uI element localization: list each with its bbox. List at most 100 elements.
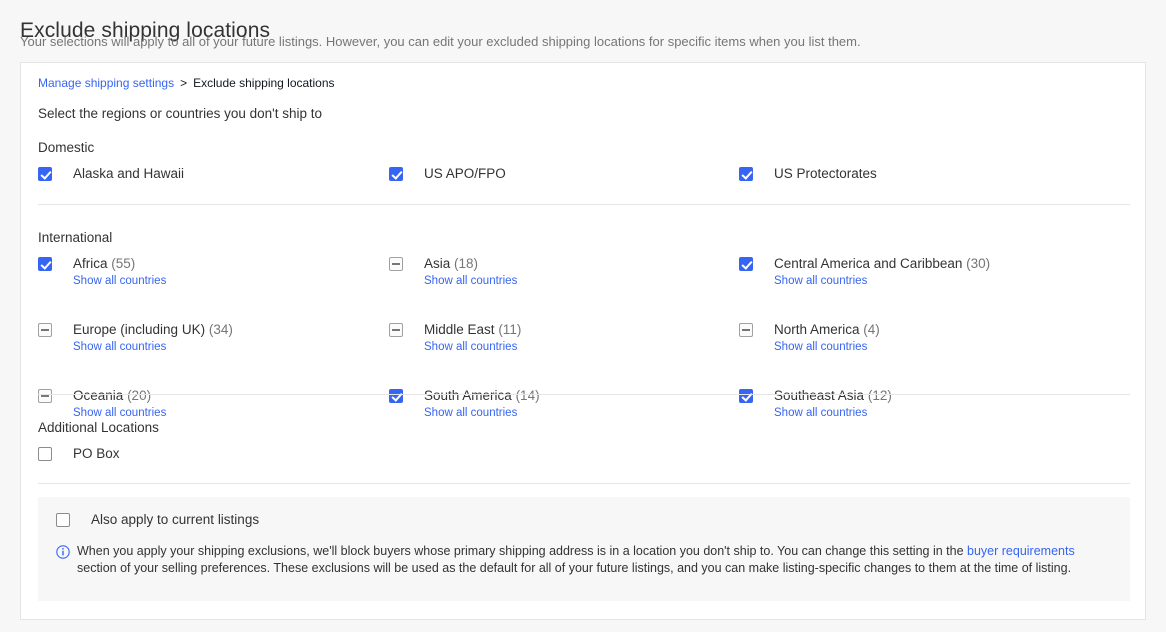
checkbox-cell: Africa (55) Show all countries [38, 255, 389, 299]
checkbox-row-central-america-and-caribbean[interactable]: Central America and Caribbean (30) [739, 255, 1130, 273]
checkbox-cell: PO Box [38, 445, 389, 467]
checkbox-north-america[interactable] [739, 323, 753, 337]
region-name: North America [774, 322, 860, 337]
show-all-countries-link-central-america-and-caribbean[interactable]: Show all countries [774, 274, 1130, 289]
checkbox-oceania[interactable] [38, 389, 52, 403]
checkbox-row-us-apo-fpo[interactable]: US APO/FPO [389, 165, 739, 183]
region-name: Central America and Caribbean [774, 256, 962, 271]
breadcrumb-current: Exclude shipping locations [193, 76, 334, 90]
show-all-countries-link-europe-including-uk[interactable]: Show all countries [73, 340, 389, 355]
checkbox-row-also-apply-to-current-listings[interactable]: Also apply to current listings [56, 511, 1112, 529]
show-all-countries-link-asia[interactable]: Show all countries [424, 274, 739, 289]
checkbox-label: Europe (including UK) (34) [73, 321, 233, 339]
international-options-grid: Africa (55) Show all countries Asia (18)… [38, 255, 1130, 431]
checkbox-cell: North America (4) Show all countries [739, 321, 1130, 365]
checkbox-row-asia[interactable]: Asia (18) [389, 255, 739, 273]
checkbox-row-alaska-and-hawaii[interactable]: Alaska and Hawaii [38, 165, 389, 183]
checkbox-row-north-america[interactable]: North America (4) [739, 321, 1130, 339]
checkbox-label: US Protectorates [774, 165, 877, 183]
region-count: (18) [454, 256, 478, 271]
checkbox-po-box[interactable] [38, 447, 52, 461]
exclude-shipping-locations-page: Exclude shipping locations Your selectio… [0, 0, 1166, 632]
checkbox-row-us-protectorates[interactable]: US Protectorates [739, 165, 1130, 183]
checkbox-label: Middle East (11) [424, 321, 521, 339]
region-count: (14) [516, 388, 540, 403]
section-title-additional-locations: Additional Locations [38, 419, 159, 437]
checkbox-alaska-and-hawaii[interactable] [38, 167, 52, 181]
info-text-part2: section of your selling preferences. The… [77, 561, 1071, 575]
checkbox-cell: Asia (18) Show all countries [389, 255, 739, 299]
region-name: Africa [73, 256, 108, 271]
checkbox-also-apply-to-current-listings[interactable] [56, 513, 70, 527]
checkbox-cell: Middle East (11) Show all countries [389, 321, 739, 365]
checkbox-cell: Europe (including UK) (34) Show all coun… [38, 321, 389, 365]
show-all-countries-link-north-america[interactable]: Show all countries [774, 340, 1130, 355]
checkbox-us-apo-fpo[interactable] [389, 167, 403, 181]
region-count: (12) [868, 388, 892, 403]
checkbox-cell: US APO/FPO [389, 165, 739, 187]
checkbox-south-america[interactable] [389, 389, 403, 403]
checkbox-label: US APO/FPO [424, 165, 506, 183]
checkbox-row-europe-including-uk[interactable]: Europe (including UK) (34) [38, 321, 389, 339]
show-all-countries-link-southeast-asia[interactable]: Show all countries [774, 406, 1130, 421]
checkbox-us-protectorates[interactable] [739, 167, 753, 181]
region-count: (55) [111, 256, 135, 271]
divider-additional-footer [38, 483, 1130, 484]
checkbox-label: Alaska and Hawaii [73, 165, 184, 183]
show-all-countries-link-south-america[interactable]: Show all countries [424, 406, 739, 421]
checkbox-cell: US Protectorates [739, 165, 1130, 187]
checkbox-cell: Central America and Caribbean (30) Show … [739, 255, 1130, 299]
info-message-text: When you apply your shipping exclusions,… [77, 543, 1112, 576]
region-count: (4) [863, 322, 880, 337]
settings-card: Manage shipping settings > Exclude shippin… [20, 62, 1146, 620]
region-name: Middle East [424, 322, 495, 337]
show-all-countries-link-middle-east[interactable]: Show all countries [424, 340, 739, 355]
show-all-countries-link-africa[interactable]: Show all countries [73, 274, 389, 289]
checkbox-europe-including-uk[interactable] [38, 323, 52, 337]
section-title-domestic: Domestic [38, 139, 94, 157]
checkbox-label: PO Box [73, 445, 120, 463]
checkbox-asia[interactable] [389, 257, 403, 271]
checkbox-label: Asia (18) [424, 255, 478, 273]
region-name: South America [424, 388, 512, 403]
checkbox-row-africa[interactable]: Africa (55) [38, 255, 389, 273]
checkbox-row-middle-east[interactable]: Middle East (11) [389, 321, 739, 339]
checkbox-label: Southeast Asia (12) [774, 387, 892, 405]
additional-locations-grid: PO Box [38, 445, 1130, 467]
divider-domestic-international [38, 204, 1130, 205]
checkbox-label: Oceania (20) [73, 387, 151, 405]
checkbox-central-america-and-caribbean[interactable] [739, 257, 753, 271]
info-circle-icon [56, 545, 70, 559]
buyer-requirements-link[interactable]: buyer requirements [967, 544, 1075, 558]
checkbox-row-oceania[interactable]: Oceania (20) [38, 387, 389, 405]
checkbox-middle-east[interactable] [389, 323, 403, 337]
breadcrumb-separator: > [180, 76, 187, 90]
info-text-part1: When you apply your shipping exclusions,… [77, 544, 967, 558]
checkbox-row-southeast-asia[interactable]: Southeast Asia (12) [739, 387, 1130, 405]
checkbox-label: Central America and Caribbean (30) [774, 255, 990, 273]
checkbox-label: North America (4) [774, 321, 880, 339]
checkbox-row-south-america[interactable]: South America (14) [389, 387, 739, 405]
checkbox-row-po-box[interactable]: PO Box [38, 445, 389, 463]
region-count: (30) [966, 256, 990, 271]
region-name: Oceania [73, 388, 123, 403]
domestic-options-grid: Alaska and Hawaii US APO/FPO US Protecto… [38, 165, 1130, 187]
checkbox-cell: Alaska and Hawaii [38, 165, 389, 187]
region-name: Southeast Asia [774, 388, 864, 403]
breadcrumb-link-manage-shipping-settings[interactable]: Manage shipping settings [38, 76, 174, 90]
region-count: (11) [498, 322, 521, 337]
checkbox-southeast-asia[interactable] [739, 389, 753, 403]
checkbox-label: Africa (55) [73, 255, 135, 273]
page-subtitle: Your selections will apply to all of you… [20, 33, 861, 51]
region-name: Asia [424, 256, 450, 271]
checkbox-africa[interactable] [38, 257, 52, 271]
region-name: Europe (including UK) [73, 322, 205, 337]
section-title-international: International [38, 229, 112, 247]
checkbox-label: Also apply to current listings [91, 511, 259, 529]
footer-notice-panel: Also apply to current listings When you … [38, 497, 1130, 601]
instruction-text: Select the regions or countries you don'… [38, 105, 322, 123]
breadcrumb: Manage shipping settings > Exclude shippin… [38, 75, 335, 91]
divider-international-additional [38, 394, 1130, 395]
checkbox-label: South America (14) [424, 387, 540, 405]
region-count: (34) [209, 322, 233, 337]
